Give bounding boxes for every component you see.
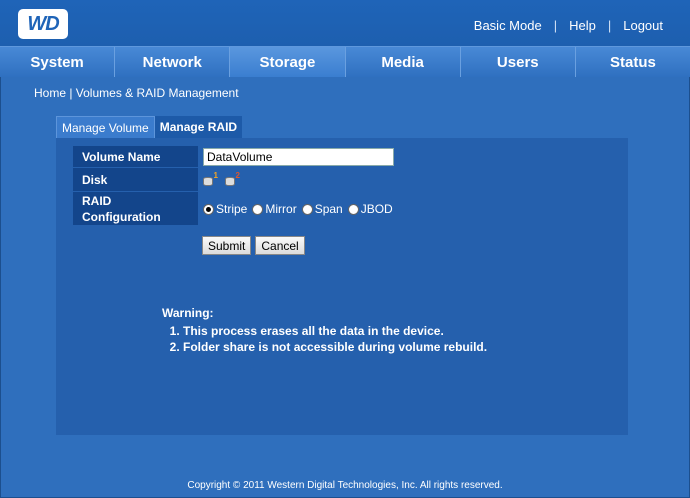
disk-cylinder-shape: [203, 177, 213, 186]
breadcrumb: Home | Volumes & RAID Management: [34, 86, 239, 100]
cancel-button[interactable]: Cancel: [255, 236, 305, 255]
nav-tab-storage[interactable]: Storage: [230, 47, 346, 77]
tab-manage-volume[interactable]: Manage Volume: [56, 116, 155, 138]
radio-span-label: Span: [314, 202, 343, 216]
nav-tab-network[interactable]: Network: [115, 47, 231, 77]
nav-tab-media[interactable]: Media: [345, 47, 461, 77]
volume-name-row: Volume Name: [73, 146, 398, 168]
disk-2-icon[interactable]: 2: [225, 171, 240, 186]
disk-row: Disk 1 2: [73, 168, 398, 192]
radio-span[interactable]: [301, 203, 313, 215]
header: WD Basic Mode | Help | Logout: [0, 0, 690, 46]
raid-label-line1: RAID: [82, 193, 112, 208]
warning-block: Warning: This process erases all the dat…: [162, 306, 487, 356]
radio-jbod[interactable]: [347, 203, 359, 215]
radio-mirror-label: Mirror: [265, 202, 297, 216]
raid-config-label: RAID Configuration: [73, 192, 198, 226]
raid-options: Stripe Mirror Span JBOD: [198, 202, 398, 216]
form-buttons: Submit Cancel: [202, 236, 305, 255]
raid-config-row: RAID Configuration Stripe Mirror Span JB…: [73, 192, 398, 226]
separator: |: [607, 18, 612, 33]
disk-label: Disk: [73, 168, 198, 192]
disk-2-number: 2: [235, 171, 240, 180]
disk-cylinder-shape: [225, 177, 235, 186]
main-nav: System Network Storage Media Users Statu…: [0, 46, 690, 77]
disk-1-icon[interactable]: 1: [203, 171, 218, 186]
nav-tab-users[interactable]: Users: [460, 47, 576, 77]
disk-1-number: 1: [213, 171, 218, 180]
raid-label-line2: Configuration: [82, 209, 161, 224]
help-link[interactable]: Help: [569, 18, 596, 33]
submit-button[interactable]: Submit: [202, 236, 252, 255]
subtabs: Manage Volume Manage RAID: [56, 116, 243, 138]
volume-name-label: Volume Name: [73, 146, 198, 168]
nav-tab-status[interactable]: Status: [575, 47, 690, 77]
warning-title: Warning:: [162, 306, 214, 320]
radio-jbod-label: JBOD: [360, 202, 393, 216]
basic-mode-link[interactable]: Basic Mode: [474, 18, 542, 33]
volume-name-cell: [198, 148, 394, 166]
footer-copyright: Copyright © 2011 Western Digital Technol…: [187, 480, 503, 491]
logout-link[interactable]: Logout: [623, 18, 663, 33]
top-links: Basic Mode | Help | Logout: [474, 18, 663, 33]
warning-item: Folder share is not accessible during vo…: [183, 340, 487, 354]
disk-cell: 1 2: [198, 171, 247, 186]
wd-logo: WD: [18, 9, 68, 39]
radio-stripe[interactable]: [203, 203, 214, 215]
warning-list: This process erases all the data in the …: [183, 324, 487, 354]
raid-form: Volume Name Disk 1 2 RAID Configurat: [73, 146, 398, 226]
radio-mirror[interactable]: [252, 203, 264, 215]
warning-item: This process erases all the data in the …: [183, 324, 487, 338]
separator: |: [553, 18, 558, 33]
raid-panel: Volume Name Disk 1 2 RAID Configurat: [56, 138, 628, 435]
volume-name-input[interactable]: [203, 148, 394, 166]
nav-tab-system[interactable]: System: [0, 47, 116, 77]
radio-stripe-label: Stripe: [216, 202, 248, 216]
tab-manage-raid[interactable]: Manage RAID: [154, 116, 243, 138]
